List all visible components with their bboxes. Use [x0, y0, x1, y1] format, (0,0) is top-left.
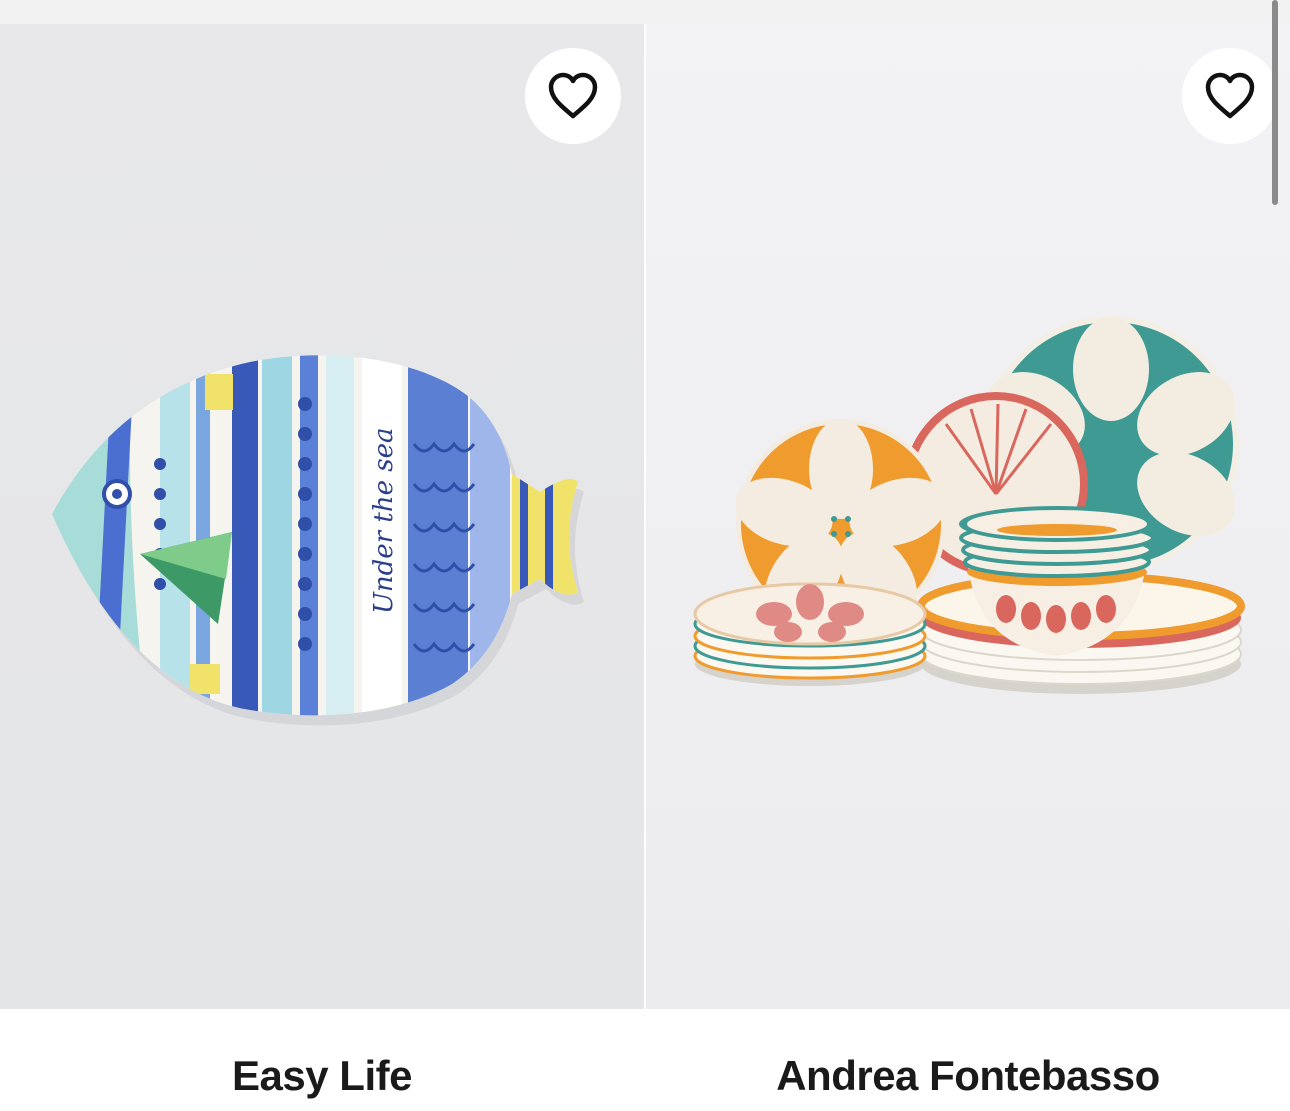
fish-plate-illustration: Under the sea: [52, 355, 584, 726]
favorite-button[interactable]: [1182, 48, 1278, 144]
product-grid: Under the sea Easy Life Andrea Fontebass…: [0, 24, 1290, 1111]
heart-outline-icon: [1205, 72, 1255, 119]
fish-plate-text: Under the sea: [369, 428, 399, 614]
product-card-andrea-fontebasso[interactable]: Andrea Fontebasso: [646, 24, 1290, 1111]
top-strip: [0, 0, 1290, 24]
product-image[interactable]: Under the sea: [0, 24, 644, 1009]
brand-name[interactable]: Andrea Fontebasso: [646, 1052, 1290, 1100]
product-image[interactable]: [646, 24, 1290, 1009]
dinnerware-set-illustration: [693, 316, 1245, 694]
scrollbar[interactable]: [1272, 0, 1278, 205]
product-card-easy-life[interactable]: Under the sea Easy Life: [0, 24, 644, 1111]
heart-outline-icon: [548, 72, 598, 119]
favorite-button[interactable]: [525, 48, 621, 144]
brand-name[interactable]: Easy Life: [0, 1052, 644, 1100]
